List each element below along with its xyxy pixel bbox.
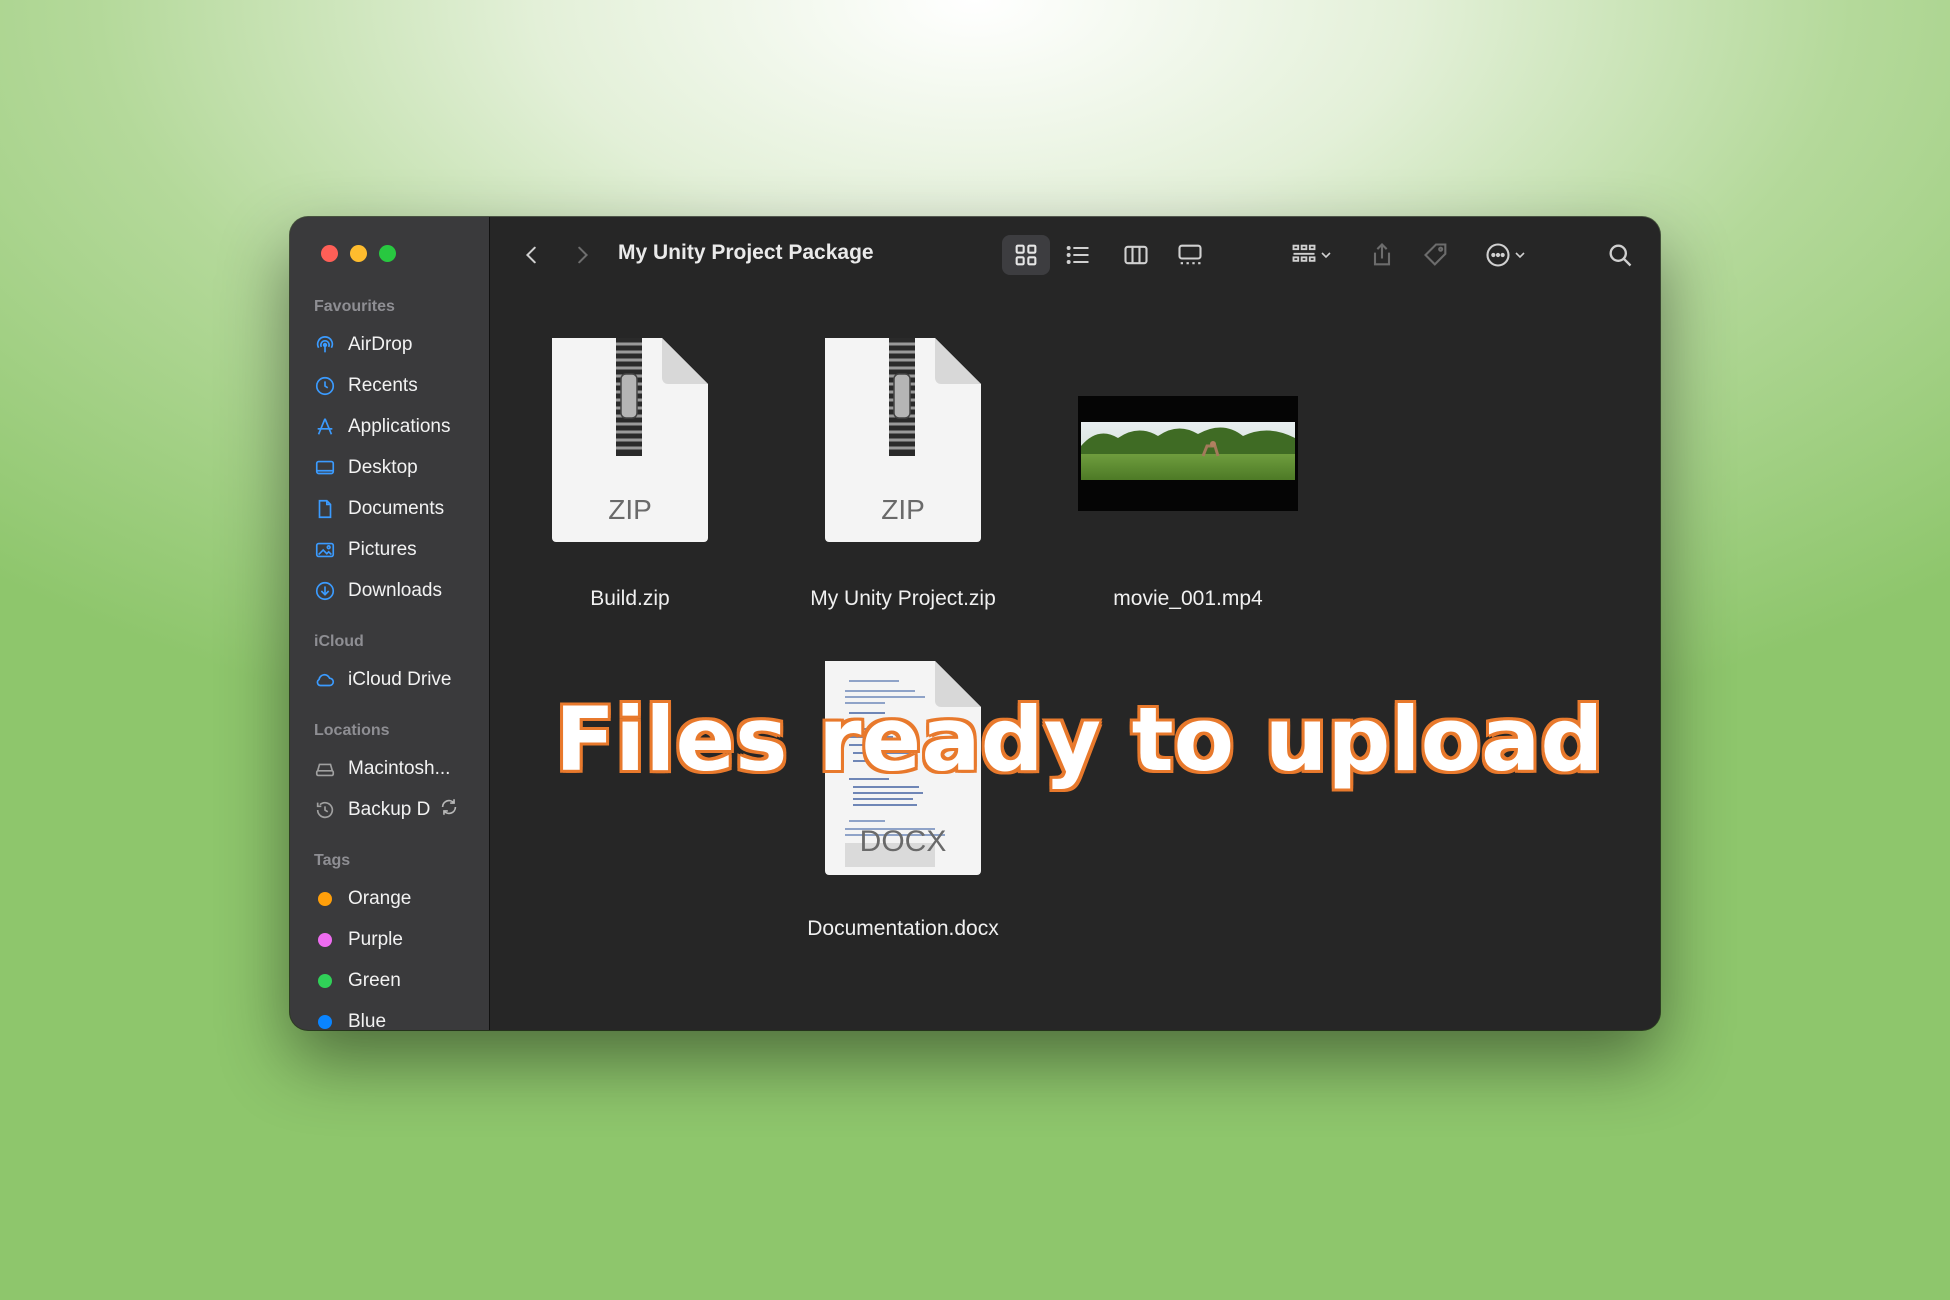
- file-item-unity-zip[interactable]: ZIP My Unity Project.zip: [810, 334, 996, 624]
- sidebar-item-downloads[interactable]: Downloads: [290, 570, 489, 611]
- disk-icon: [314, 758, 336, 780]
- sidebar-item-label: Applications: [348, 415, 451, 437]
- sync-icon: [438, 796, 460, 824]
- forward-button[interactable]: [568, 241, 596, 269]
- video-thumbnail: [1078, 396, 1298, 511]
- gallery-view-button[interactable]: [1168, 235, 1212, 275]
- tag-dot-icon: [314, 929, 336, 951]
- sidebar-item-label: Backup D: [348, 798, 431, 820]
- sidebar-item-label: Downloads: [348, 579, 442, 601]
- sidebar-heading: Locations: [314, 722, 390, 739]
- sidebar-item-macintosh[interactable]: Macintosh...: [290, 748, 489, 789]
- sidebar-item-label: AirDrop: [348, 333, 413, 355]
- file-name: Documentation.docx: [807, 917, 999, 940]
- sidebar-item-airdrop[interactable]: AirDrop: [290, 324, 489, 365]
- sidebar-item-label: Macintosh...: [348, 757, 451, 779]
- minimize-button[interactable]: [350, 245, 367, 262]
- columns-icon: [1124, 245, 1148, 265]
- sidebar-item-desktop[interactable]: Desktop: [290, 447, 489, 488]
- close-button[interactable]: [321, 245, 338, 262]
- sidebar-item-label: Purple: [348, 928, 403, 950]
- sidebar-item-recents[interactable]: Recents: [290, 365, 489, 406]
- sidebar-item-backup[interactable]: Backup D: [290, 789, 489, 830]
- file-name: Build.zip: [590, 587, 670, 610]
- file-item-movie-mp4[interactable]: movie_001.mp4: [1078, 334, 1298, 624]
- tag-button[interactable]: [1416, 235, 1456, 275]
- time-machine-icon: [314, 799, 336, 821]
- downloads-icon: [314, 580, 336, 602]
- icon-view-button[interactable]: [1002, 235, 1050, 275]
- column-view-button[interactable]: [1114, 235, 1158, 275]
- tag-dot-icon: [314, 970, 336, 992]
- airdrop-icon: [314, 334, 336, 356]
- group-icon: [1292, 244, 1316, 262]
- sidebar-item-pictures[interactable]: Pictures: [290, 529, 489, 570]
- share-button[interactable]: [1362, 235, 1402, 275]
- sidebar-section-favourites: Favourites AirDrop Recents Applications: [290, 298, 489, 611]
- applications-icon: [314, 416, 336, 438]
- chevron-left-icon: [525, 246, 536, 264]
- sidebar-item-tag-green[interactable]: Green: [290, 960, 489, 1001]
- sidebar-heading: Tags: [314, 852, 351, 869]
- search-icon: [1609, 244, 1632, 267]
- chevron-down-icon: [1321, 252, 1331, 259]
- file-type-badge: DOCX: [859, 825, 947, 858]
- overlay-caption: Files ready to upload: [555, 688, 1604, 791]
- chevron-right-icon: [578, 246, 589, 264]
- window-title: My Unity Project Package: [618, 241, 874, 264]
- tag-icon: [1424, 243, 1447, 266]
- sidebar-item-tag-orange[interactable]: Orange: [290, 878, 489, 919]
- sidebar-item-documents[interactable]: Documents: [290, 488, 489, 529]
- file-type-badge: ZIP: [881, 494, 925, 525]
- sidebar-item-applications[interactable]: Applications: [290, 406, 489, 447]
- sidebar-section-locations: Locations Macintosh... Backup D: [290, 722, 489, 830]
- list-view-button[interactable]: [1056, 235, 1100, 275]
- sidebar-heading: Favourites: [314, 298, 395, 315]
- back-button[interactable]: [518, 241, 546, 269]
- sidebar-item-label: Blue: [348, 1010, 387, 1031]
- sidebar-section-tags: Tags Orange Purple Green Blue: [290, 852, 489, 1030]
- sidebar-item-label: Documents: [348, 497, 445, 519]
- tag-dot-icon: [314, 888, 336, 910]
- tag-dot-icon: [314, 1011, 336, 1031]
- sidebar-item-label: Pictures: [348, 538, 417, 560]
- clock-icon: [314, 375, 336, 397]
- file-item-build-zip[interactable]: ZIP Build.zip: [550, 334, 710, 624]
- file-name: movie_001.mp4: [1113, 587, 1263, 610]
- file-type-badge: ZIP: [608, 494, 652, 525]
- search-button[interactable]: [1600, 235, 1640, 275]
- desktop-icon: [314, 457, 336, 479]
- file-name: My Unity Project.zip: [810, 587, 996, 610]
- sidebar-item-tag-purple[interactable]: Purple: [290, 919, 489, 960]
- document-icon: [314, 498, 336, 520]
- sidebar-item-label: Recents: [348, 374, 418, 396]
- action-menu-button[interactable]: [1476, 235, 1536, 275]
- grid-icon: [1015, 244, 1037, 266]
- finder-window: Favourites AirDrop Recents Applications: [290, 217, 1660, 1030]
- sidebar-item-icloud-drive[interactable]: iCloud Drive: [290, 659, 489, 700]
- group-by-button[interactable]: [1282, 235, 1342, 275]
- sidebar-item-label: Desktop: [348, 456, 418, 478]
- pictures-icon: [314, 539, 336, 561]
- more-icon: [1486, 243, 1510, 267]
- cloud-icon: [314, 669, 336, 691]
- toolbar: My Unity Project Package: [490, 217, 1660, 292]
- sidebar-item-label: iCloud Drive: [348, 668, 452, 690]
- chevron-down-icon: [1515, 252, 1525, 259]
- window-controls: [290, 245, 489, 262]
- sidebar-heading: iCloud: [314, 633, 364, 650]
- list-icon: [1066, 246, 1089, 264]
- sidebar: Favourites AirDrop Recents Applications: [290, 217, 490, 1030]
- sidebar-item-label: Green: [348, 969, 401, 991]
- file-browser: My Unity Project Package ZIP Build.zip Z…: [490, 217, 1660, 1030]
- zoom-button[interactable]: [379, 245, 396, 262]
- sidebar-item-label: Orange: [348, 887, 412, 909]
- gallery-icon: [1178, 244, 1202, 265]
- sidebar-section-icloud: iCloud iCloud Drive: [290, 633, 489, 700]
- sidebar-item-tag-blue[interactable]: Blue: [290, 1001, 489, 1030]
- share-icon: [1373, 243, 1391, 266]
